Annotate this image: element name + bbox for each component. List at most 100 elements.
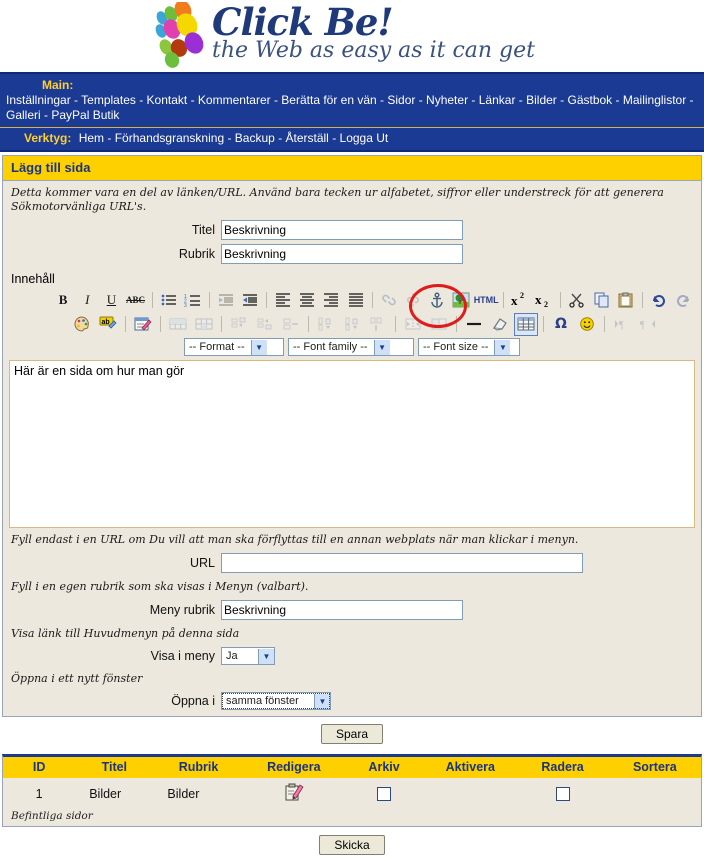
- edit-html-icon[interactable]: HTML: [474, 289, 499, 312]
- save-button[interactable]: Spara: [320, 724, 384, 744]
- rubrik-label: Rubrik: [178, 247, 215, 261]
- cell-redigera[interactable]: [244, 778, 344, 809]
- edit-icon[interactable]: [284, 782, 304, 802]
- font-size-select-value: -- Font size --: [423, 341, 489, 353]
- visa-i-meny-select[interactable]: Ja ▼: [221, 647, 275, 665]
- toolbar-separator: [560, 292, 562, 308]
- insert-column-after-icon: [340, 313, 364, 336]
- nav-link-hem[interactable]: Hem: [79, 131, 104, 145]
- url-input[interactable]: [221, 553, 583, 573]
- nav-link-sidor[interactable]: Sidor: [387, 93, 415, 107]
- arkiv-checkbox[interactable]: [377, 786, 392, 801]
- toolbar-separator: [308, 316, 309, 332]
- bullet-list-icon[interactable]: [158, 289, 180, 312]
- nav-main-links[interactable]: Inställningar - Templates - Kontakt - Ko…: [4, 93, 700, 123]
- copy-icon[interactable]: [591, 289, 613, 312]
- align-center-icon[interactable]: [296, 289, 318, 312]
- nav-link--terst-ll[interactable]: Återställ: [286, 131, 329, 145]
- text-color-icon[interactable]: [70, 313, 94, 336]
- font-size-select[interactable]: -- Font size -- ▼: [418, 338, 520, 356]
- align-left-icon[interactable]: [272, 289, 294, 312]
- toolbar-separator: [151, 292, 153, 308]
- nav-link-templates[interactable]: Templates: [81, 93, 136, 107]
- chevron-down-icon: ▼: [373, 339, 390, 355]
- col-aktivera: Aktivera: [424, 757, 517, 778]
- font-family-select[interactable]: -- Font family -- ▼: [288, 338, 414, 356]
- nav-link-inst-llningar[interactable]: Inställningar: [6, 93, 71, 107]
- nav-link-l-nkar[interactable]: Länkar: [479, 93, 516, 107]
- titel-input[interactable]: [221, 220, 463, 240]
- submit-button[interactable]: Skicka: [319, 835, 385, 855]
- nav-link-galleri[interactable]: Galleri: [6, 108, 41, 122]
- delete-column-icon: [366, 313, 390, 336]
- col-titel: Titel: [75, 757, 154, 778]
- superscript-icon[interactable]: x2: [509, 289, 531, 312]
- numbered-list-icon[interactable]: 123: [182, 289, 204, 312]
- bold-icon[interactable]: B: [52, 289, 74, 312]
- nav-link-nyheter[interactable]: Nyheter: [426, 93, 468, 107]
- delete-row-icon: [279, 313, 303, 336]
- paste-icon[interactable]: [615, 289, 637, 312]
- meny-rubrik-input[interactable]: [221, 600, 463, 620]
- logo-dots-icon: [155, 2, 204, 68]
- italic-icon[interactable]: I: [76, 289, 98, 312]
- nav-link-paypal-butik[interactable]: PayPal Butik: [51, 108, 119, 122]
- subscript-icon[interactable]: x2: [533, 289, 555, 312]
- indent-icon[interactable]: [239, 289, 261, 312]
- svg-text:x: x: [535, 292, 542, 307]
- nav-link-bilder[interactable]: Bilder: [526, 93, 557, 107]
- rubrik-row: Rubrik: [3, 242, 701, 266]
- toolbar-separator: [371, 292, 373, 308]
- editor-toolbar-row-2: ab Ω ¶ ¶: [9, 312, 695, 336]
- editor-content-area[interactable]: Här är en sida om hur man gör: [9, 360, 695, 528]
- align-justify-icon[interactable]: [344, 289, 366, 312]
- align-right-icon[interactable]: [320, 289, 342, 312]
- insert-row-after-icon: [253, 313, 277, 336]
- radera-checkbox[interactable]: [555, 786, 570, 801]
- nav-link-mailinglistor[interactable]: Mailinglistor: [623, 93, 686, 107]
- nav-link-kommentarer[interactable]: Kommentarer: [198, 93, 271, 107]
- meny-rubrik-label: Meny rubrik: [149, 603, 215, 617]
- anchor-icon[interactable]: [426, 289, 448, 312]
- toolbar-separator: [125, 316, 126, 332]
- remove-format-icon[interactable]: [488, 313, 512, 336]
- background-color-icon[interactable]: ab: [96, 313, 120, 336]
- hint-url-text: Detta kommer vara en del av länken/URL. …: [11, 186, 664, 213]
- cell-arkiv[interactable]: [344, 778, 424, 809]
- toolbar-separator: [503, 292, 505, 308]
- toolbar-separator: [456, 316, 457, 332]
- hint-link-text: Fyll endast i en URL om Du vill att man …: [11, 533, 579, 546]
- special-character-icon[interactable]: Ω: [549, 313, 573, 336]
- nav-tools-links[interactable]: Hem - Förhandsgranskning - Backup - Åter…: [75, 131, 389, 145]
- chevron-down-icon: ▼: [314, 693, 330, 709]
- emoticon-icon[interactable]: [575, 313, 599, 336]
- oppna-i-value: samma fönster: [226, 695, 299, 707]
- cell-radera[interactable]: [516, 778, 608, 809]
- horizontal-rule-icon[interactable]: [462, 313, 486, 336]
- rubrik-input[interactable]: [221, 244, 463, 264]
- strikethrough-icon[interactable]: ABC: [124, 289, 146, 312]
- toolbar-separator: [543, 316, 544, 332]
- nav-link-backup[interactable]: Backup: [235, 131, 275, 145]
- nav-link-kontakt[interactable]: Kontakt: [147, 93, 188, 107]
- nav-link-ber-tta-f-r-en-v-n[interactable]: Berätta för en vän: [281, 93, 376, 107]
- cell-aktivera: [424, 778, 516, 809]
- undo-icon[interactable]: [648, 289, 670, 312]
- cell-titel: Bilder: [89, 786, 122, 801]
- col-id: ID: [3, 757, 76, 778]
- nav-link-f-rhandsgranskning[interactable]: Förhandsgranskning: [115, 131, 224, 145]
- svg-text:2: 2: [520, 292, 524, 300]
- insert-image-icon[interactable]: [450, 289, 472, 312]
- svg-text:¶: ¶: [640, 320, 645, 331]
- underline-icon[interactable]: U: [100, 289, 122, 312]
- main-navigation: Main: Inställningar - Templates - Kontak…: [0, 72, 704, 152]
- titel-row: Titel: [3, 218, 701, 242]
- nav-link-logga-ut[interactable]: Logga Ut: [340, 131, 389, 145]
- svg-text:x: x: [511, 293, 518, 308]
- edit-css-icon[interactable]: [131, 313, 155, 336]
- cut-icon[interactable]: [566, 289, 588, 312]
- nav-link-g-stbok[interactable]: Gästbok: [567, 93, 612, 107]
- oppna-i-select[interactable]: samma fönster ▼: [221, 692, 331, 710]
- format-select[interactable]: -- Format -- ▼: [184, 338, 284, 356]
- insert-table-icon[interactable]: [514, 312, 538, 336]
